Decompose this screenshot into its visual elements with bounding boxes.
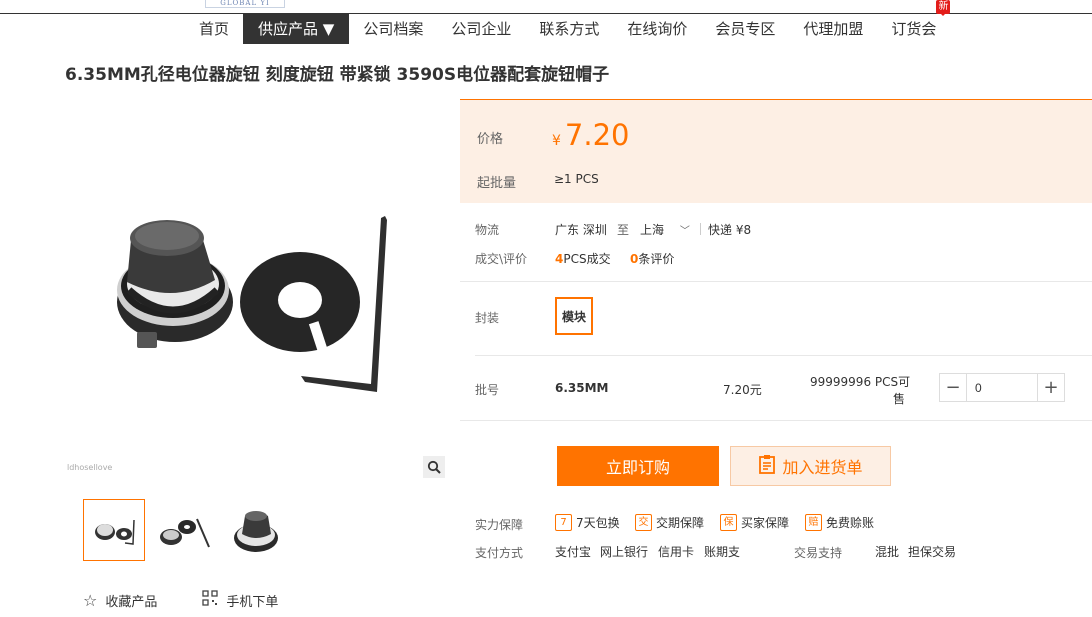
nav-contact[interactable]: 联系方式: [525, 14, 613, 44]
chevron-down-icon: ﹀: [679, 226, 690, 237]
nav-products[interactable]: 供应产品 ▼: [243, 14, 350, 44]
moq-label: 起批量: [477, 176, 517, 191]
quantity-stepper: − +: [939, 373, 1065, 402]
favorite-label: 收藏产品: [105, 594, 158, 610]
express-fee: 快递 ¥8: [708, 223, 752, 237]
increase-button[interactable]: +: [1038, 374, 1064, 401]
image-watermark: ldhosellove: [67, 463, 113, 472]
price-box: 价格 ¥7.20 起批量 ≥1 PCS: [460, 99, 1092, 203]
review-info[interactable]: 0条评价: [630, 250, 674, 267]
logistics-from: 广东 深圳: [555, 223, 607, 237]
nav-company-profile[interactable]: 公司档案: [349, 14, 437, 44]
nav-members[interactable]: 会员专区: [701, 14, 789, 44]
price-label: 价格: [477, 132, 504, 147]
product-main-image[interactable]: ldhosellove: [65, 100, 445, 478]
section-divider: [475, 355, 1092, 356]
trade-escrow[interactable]: 担保交易: [908, 543, 956, 560]
product-photo: [117, 216, 387, 392]
bottom-actions: ☆ 收藏产品 手机下单: [83, 590, 278, 610]
decrease-button[interactable]: −: [940, 374, 966, 401]
price-currency: ¥: [552, 133, 561, 149]
clipboard-icon: [758, 454, 776, 478]
package-label: 封装: [475, 311, 500, 325]
guarantee-credit-label: 免费赊账: [826, 516, 875, 530]
guarantee-delivery[interactable]: 交 交期保障: [635, 514, 704, 531]
payment-alipay[interactable]: 支付宝: [555, 543, 591, 560]
thumbnail-3[interactable]: [225, 499, 287, 561]
price-number: 7.20: [564, 118, 630, 152]
guarantee-7day-label: 7天包换: [576, 516, 620, 530]
batch-price: 7.20元: [723, 383, 762, 397]
guarantee-credit[interactable]: 赔 免费赊账: [805, 514, 874, 531]
section-divider: [460, 281, 1092, 282]
zoom-icon[interactable]: [423, 456, 445, 478]
favorite-button[interactable]: ☆ 收藏产品: [83, 590, 157, 610]
thumbnail-2[interactable]: [154, 499, 216, 561]
purchase-panel: 价格 ¥7.20 起批量 ≥1 PCS 物流 广东 深圳 至 上海 ﹀ 快递 ¥…: [460, 99, 1092, 579]
nav-order-fair[interactable]: 订货会 新: [877, 0, 951, 44]
stock-line1: 99999996 PCS可: [810, 375, 911, 389]
nav-inquiry[interactable]: 在线询价: [613, 14, 701, 44]
guarantee-buyer-label: 买家保障: [741, 516, 790, 530]
logistics-divider: [700, 223, 701, 235]
credit-icon: 赔: [805, 514, 822, 531]
add-to-cart-button[interactable]: 加入进货单: [730, 446, 891, 486]
batch-name: 6.35MM: [555, 381, 609, 395]
review-unit: 条评价: [638, 252, 675, 266]
main-nav: 首页 供应产品 ▼ 公司档案 公司企业 联系方式 在线询价 会员专区 代理加盟 …: [185, 0, 951, 44]
sold-unit: PCS成交: [563, 252, 611, 266]
price-value: ¥7.20: [552, 118, 630, 152]
moq-value: ≥1 PCS: [554, 172, 599, 186]
guarantee-delivery-label: 交期保障: [656, 516, 705, 530]
nav-order-fair-label: 订货会: [891, 20, 937, 38]
quantity-input[interactable]: [966, 374, 1038, 401]
qr-code-icon: [202, 590, 219, 610]
payment-label: 支付方式: [475, 546, 524, 560]
thumbnail-list: [83, 499, 287, 561]
logistics-to-word: 至: [617, 223, 630, 237]
payment-online-bank[interactable]: 网上银行: [600, 543, 648, 560]
guarantee-label: 实力保障: [475, 518, 524, 532]
batch-label: 批号: [475, 383, 500, 397]
thumbnail-1[interactable]: [83, 499, 145, 561]
mobile-order-label: 手机下单: [226, 594, 279, 610]
new-badge: 新: [936, 0, 951, 16]
delivery-icon: 交: [635, 514, 652, 531]
add-to-cart-label: 加入进货单: [782, 458, 863, 477]
order-now-button[interactable]: 立即订购: [557, 446, 719, 486]
package-option-module[interactable]: 模块: [555, 297, 593, 335]
logistics-label: 物流: [475, 223, 500, 237]
trade-label: 成交\评价: [475, 252, 528, 266]
destination-select[interactable]: 上海 ﹀: [640, 221, 690, 238]
guarantee-buyer[interactable]: 保 买家保障: [720, 514, 789, 531]
nav-agency[interactable]: 代理加盟: [789, 14, 877, 44]
sold-info[interactable]: 4PCS成交: [555, 250, 611, 267]
trade-support-label: 交易支持: [794, 546, 843, 560]
destination-value: 上海: [640, 223, 665, 237]
trade-mixed-batch[interactable]: 混批: [875, 543, 899, 560]
nav-company[interactable]: 公司企业: [437, 14, 525, 44]
seven-day-icon: 7: [555, 514, 572, 531]
payment-credit-card[interactable]: 信用卡: [658, 543, 694, 560]
section-divider: [460, 420, 1092, 421]
product-title: 6.35MM孔径电位器旋钮 刻度旋钮 带紧锁 3590S电位器配套旋钮帽子: [65, 65, 610, 85]
payment-credit-term[interactable]: 账期支: [704, 543, 740, 560]
site-logo[interactable]: GLOBAL YI: [205, 0, 285, 8]
mobile-order-button[interactable]: 手机下单: [202, 590, 278, 610]
guarantee-7day[interactable]: 7 7天包换: [555, 514, 620, 531]
star-icon: ☆: [83, 590, 98, 610]
nav-home[interactable]: 首页: [185, 14, 243, 44]
shield-icon: 保: [720, 514, 737, 531]
stock-line2: 售: [892, 392, 905, 406]
